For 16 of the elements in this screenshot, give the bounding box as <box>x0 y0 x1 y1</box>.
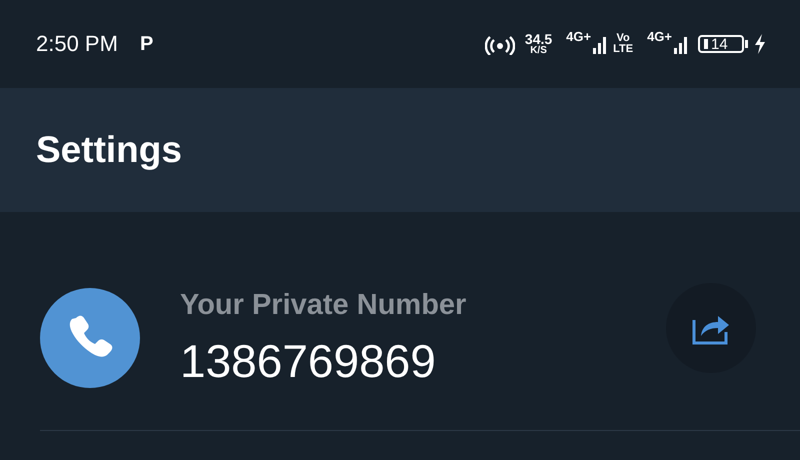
page-title: Settings <box>36 129 182 171</box>
phone-icon <box>40 288 140 388</box>
clock: 2:50 PM <box>36 31 118 57</box>
battery-indicator: 14 <box>698 35 744 53</box>
speed-unit: K/S <box>530 46 547 56</box>
network-type: 4G+ <box>647 30 672 43</box>
number-label: Your Private Number <box>180 288 468 322</box>
signal-icon <box>674 34 688 54</box>
phone-number: 1386769869 <box>180 334 437 388</box>
volte-label: LTE <box>613 44 634 55</box>
hotspot-icon <box>484 33 515 55</box>
volte-label: Vo <box>616 33 630 44</box>
app-notification-letter: P <box>140 32 154 56</box>
network-type: 4G+ <box>566 30 592 43</box>
network-speed: 34.5 <box>524 32 552 46</box>
signal-icon <box>593 34 608 54</box>
